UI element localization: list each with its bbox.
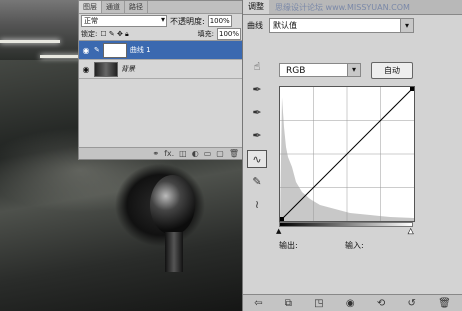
layer-thumbnail [94,61,118,77]
curve-tools: ☝ ✒ ✒ ✒ ∿ ✎ ≀ [247,58,271,219]
ceiling-light [0,40,60,43]
fill-label: 填充: [197,30,214,38]
blend-mode-select[interactable]: 正常 [81,15,167,27]
new-layer-icon[interactable]: ▢ [216,148,224,159]
fill-field[interactable]: 100% [217,28,241,40]
opacity-label: 不透明度: [170,16,205,26]
auto-button[interactable]: 自动 [371,62,413,79]
previous-state-icon[interactable]: ⟲ [377,298,385,309]
expand-view-icon[interactable]: ⧉ [285,298,292,309]
mask-icon[interactable]: ◫ [179,148,187,159]
adjustment-type-label: 曲线 [247,20,263,30]
eye-icon[interactable]: ◉ [81,46,91,55]
folder-icon[interactable]: ▭ [204,148,212,159]
black-point-handle[interactable] [280,217,284,221]
channel-value: RGB [286,66,306,76]
opacity-field[interactable]: 100% [207,15,232,27]
tab-layers[interactable]: 图层 [79,1,102,13]
brush-icon: ✎ [94,46,100,54]
black-eyedropper-icon[interactable]: ✒ [247,81,267,99]
trash-icon[interactable]: 🗑︎ [229,148,239,159]
layers-panel: 图层 通道 路径 正常 不透明度: 100% 锁定: ☐ ✎ ✥ 🔒︎ 填充: … [78,0,244,160]
smooth-icon[interactable]: ≀ [247,196,267,214]
tab-paths[interactable]: 路径 [125,1,148,13]
layer-name[interactable]: 曲线 1 [130,45,151,55]
lock-label: 锁定: [81,30,98,38]
input-label: 输入: [345,241,364,250]
layer-row-background[interactable]: ◉ 背景 [79,60,243,79]
lock-icons[interactable]: ☐ ✎ ✥ 🔒︎ [100,30,128,39]
tab-channels[interactable]: 通道 [102,1,125,13]
white-eyedropper-icon[interactable]: ✒ [247,127,267,145]
chevron-down-icon: ▾ [347,64,360,76]
eye-icon[interactable]: ◉ [81,65,91,74]
white-slider-icon[interactable]: ▲ [408,227,414,236]
white-point-handle[interactable] [410,87,414,91]
adjustments-panel: 调整 思缘设计论坛 www.MISSYUAN.COM 曲线 默认值 ▾ ☝ ✒ … [242,0,462,311]
layer-name[interactable]: 背景 [121,64,135,74]
adjustments-footer: ⇦ ⧉ ◳ ◉ ⟲ ↺ 🗑︎ [243,294,462,311]
output-label: 输出: [279,241,298,250]
watermark: 思缘设计论坛 www.MISSYUAN.COM [275,2,410,12]
fx-icon[interactable]: fx. [164,148,174,159]
chevron-down-icon: ▾ [400,18,413,32]
preset-value: 默认值 [273,20,297,30]
curves-graph[interactable] [279,86,415,222]
layers-footer: ⚭ fx. ◫ ◐ ▭ ▢ 🗑︎ [79,147,243,159]
layer-row-curves[interactable]: ◉ ✎ 曲线 1 [79,41,243,60]
channel-select[interactable]: RGB ▾ [279,63,361,77]
input-gradient-bar [279,222,413,227]
layers-tabs: 图层 通道 路径 [79,1,243,14]
hand-adjust-icon[interactable]: ☝ [247,58,267,76]
adjustment-icon[interactable]: ◐ [192,148,199,159]
visibility-icon[interactable]: ◉ [346,298,355,309]
black-slider-icon[interactable]: ▲ [276,227,281,235]
mirror-stem [165,232,183,272]
preset-select[interactable]: 默认值 ▾ [269,17,414,33]
curve-point-icon[interactable]: ∿ [247,150,267,168]
pencil-icon[interactable]: ✎ [247,173,267,191]
layer-mask-thumbnail[interactable] [102,42,127,58]
clip-layer-icon[interactable]: ◳ [314,298,323,309]
tab-adjustments[interactable]: 调整 [243,0,269,14]
back-arrow-icon[interactable]: ⇦ [254,298,262,309]
car-mirror [150,175,195,235]
delete-icon[interactable]: 🗑︎ [438,298,451,309]
curves-plot [279,86,415,222]
gray-eyedropper-icon[interactable]: ✒ [247,104,267,122]
reset-icon[interactable]: ↺ [407,298,415,309]
link-icon[interactable]: ⚭ [152,148,159,159]
